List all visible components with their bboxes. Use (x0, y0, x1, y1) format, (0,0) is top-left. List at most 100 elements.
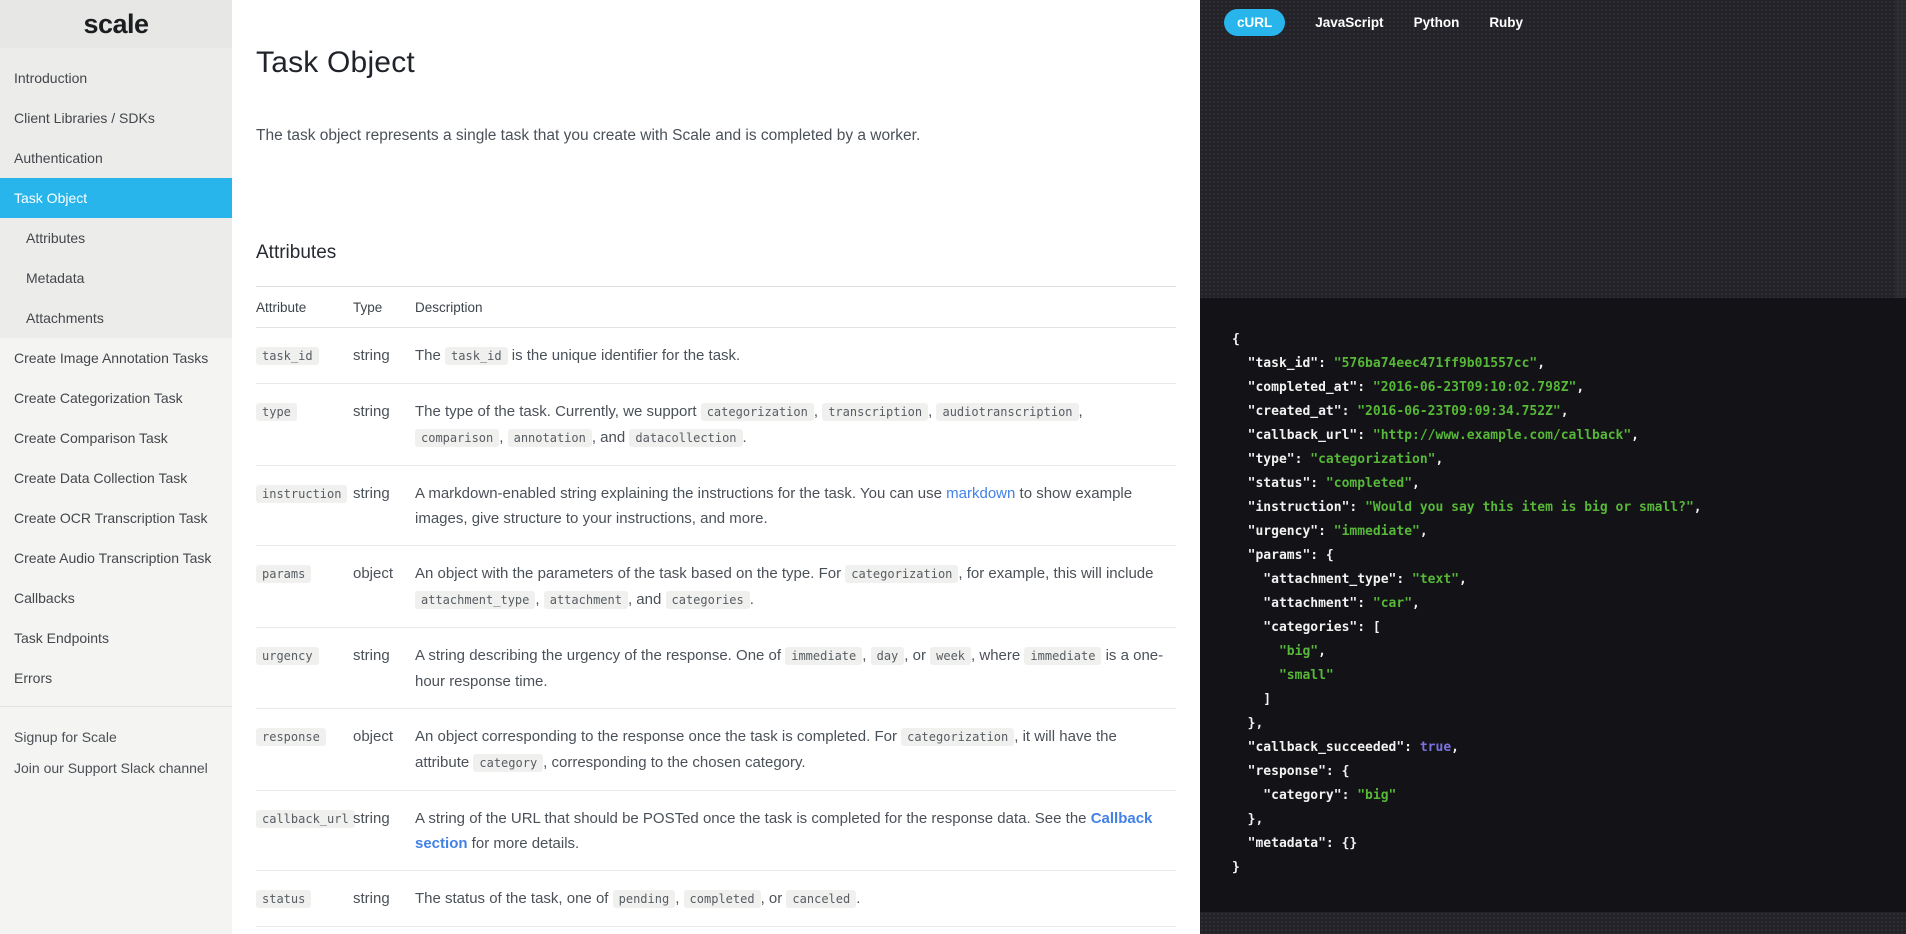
attributes-heading: Attributes (256, 242, 1176, 264)
attribute-cell: instruction (256, 466, 353, 546)
table-row-urgency: urgencystringA string describing the urg… (256, 628, 1176, 709)
table-row-instruction: instructionstringA markdown-enabled stri… (256, 466, 1176, 546)
sidebar-item-create-audio-transcription-task[interactable]: Create Audio Transcription Task (0, 538, 232, 578)
inline-code: task_id (445, 347, 508, 365)
inline-code: attachment (544, 591, 628, 609)
code-line: "metadata": {} (1232, 832, 1906, 856)
code-line: "status": "completed", (1232, 472, 1906, 496)
attribute-cell: response (256, 709, 353, 791)
sidebar-link-join-our-support-slack-channel[interactable]: Join our Support Slack channel (0, 752, 232, 783)
code-area: { "task_id": "576ba74eec471ff9b01557cc",… (1200, 298, 1906, 912)
type-cell: object (353, 709, 415, 791)
sidebar-item-task-endpoints[interactable]: Task Endpoints (0, 618, 232, 658)
sidebar-item-metadata[interactable]: Metadata (0, 258, 232, 298)
description-cell: A string of the URL that should be POSTe… (415, 791, 1176, 871)
code-line: "big", (1232, 640, 1906, 664)
attribute-cell: callback_url (256, 791, 353, 871)
description-cell: The task_id is the unique identifier for… (415, 328, 1176, 384)
code-line: "instruction": "Would you say this item … (1232, 496, 1906, 520)
type-cell: string (353, 328, 415, 384)
sidebar-item-attachments[interactable]: Attachments (0, 298, 232, 338)
attribute-name-pill: task_id (256, 347, 319, 365)
scrollbar-track[interactable] (1895, 0, 1906, 298)
type-cell: string (353, 628, 415, 709)
inline-code: category (473, 754, 543, 772)
inline-code: immediate (785, 647, 862, 665)
attribute-name-pill: status (256, 890, 311, 908)
description-cell: The status of the task, one of pending, … (415, 871, 1176, 927)
attribute-name-pill: callback_url (256, 810, 355, 828)
sidebar-item-create-image-annotation-tasks[interactable]: Create Image Annotation Tasks (0, 338, 232, 378)
attribute-name-pill: urgency (256, 647, 319, 665)
main-content: Task Object The task object represents a… (232, 0, 1200, 934)
code-line: "callback_url": "http://www.example.com/… (1232, 424, 1906, 448)
sidebar-item-client-libraries-sdks[interactable]: Client Libraries / SDKs (0, 98, 232, 138)
tab-javascript[interactable]: JavaScript (1315, 9, 1383, 36)
attribute-cell: status (256, 871, 353, 927)
inline-code: annotation (508, 429, 592, 447)
sidebar-footer: Signup for ScaleJoin our Support Slack c… (0, 707, 232, 783)
table-row-params: paramsobjectAn object with the parameter… (256, 546, 1176, 628)
language-tabs: cURL JavaScript Python Ruby (1200, 0, 1906, 36)
code-line: "categories": [ (1232, 616, 1906, 640)
attribute-name-pill: type (256, 403, 297, 421)
link-markdown[interactable]: markdown (946, 485, 1015, 502)
table-row-response: responseobjectAn object corresponding to… (256, 709, 1176, 791)
code-line: }, (1232, 808, 1906, 832)
description-cell: An object corresponding to the response … (415, 709, 1176, 791)
sidebar-item-task-object[interactable]: Task Object (0, 178, 232, 218)
inline-code: completed (684, 890, 761, 908)
sidebar-nav-primary: IntroductionClient Libraries / SDKsAuthe… (0, 48, 232, 338)
inline-code: day (871, 647, 905, 665)
sidebar-item-create-comparison-task[interactable]: Create Comparison Task (0, 418, 232, 458)
code-line: } (1232, 856, 1906, 880)
tab-ruby[interactable]: Ruby (1489, 9, 1523, 36)
inline-code: canceled (786, 890, 856, 908)
table-row-task-id: task_id stringThe task_id is the unique i… (256, 328, 1176, 384)
code-block: { "task_id": "576ba74eec471ff9b01557cc",… (1232, 328, 1906, 880)
table-row-status: statusstringThe status of the task, one … (256, 871, 1176, 927)
code-line: ] (1232, 688, 1906, 712)
sidebar-link-signup-for-scale[interactable]: Signup for Scale (0, 721, 232, 752)
tab-curl[interactable]: cURL (1224, 9, 1285, 36)
sidebar-item-callbacks[interactable]: Callbacks (0, 578, 232, 618)
inline-code: immediate (1024, 647, 1101, 665)
attribute-cell: type (256, 384, 353, 466)
inline-code: transcription (822, 403, 928, 421)
sidebar: scale IntroductionClient Libraries / SDK… (0, 0, 232, 934)
sidebar-item-create-data-collection-task[interactable]: Create Data Collection Task (0, 458, 232, 498)
code-line: "attachment": "car", (1232, 592, 1906, 616)
table-row-type: type stringThe type of the task. Currentl… (256, 384, 1176, 466)
inline-code: week (930, 647, 971, 665)
sidebar-item-introduction[interactable]: Introduction (0, 58, 232, 98)
sidebar-item-errors[interactable]: Errors (0, 658, 232, 698)
scale-logo: scale (0, 0, 232, 48)
type-cell: object (353, 546, 415, 628)
type-cell: string (353, 466, 415, 546)
code-line: "task_id": "576ba74eec471ff9b01557cc", (1232, 352, 1906, 376)
type-cell: string (353, 791, 415, 871)
code-line: "category": "big" (1232, 784, 1906, 808)
sidebar-item-attributes[interactable]: Attributes (0, 218, 232, 258)
sidebar-item-create-ocr-transcription-task[interactable]: Create OCR Transcription Task (0, 498, 232, 538)
code-line: }, (1232, 712, 1906, 736)
inline-code: audiotranscription (936, 403, 1078, 421)
page-title: Task Object (256, 46, 1176, 80)
column-header-type: Type (353, 287, 415, 328)
attribute-cell: task_id (256, 328, 353, 384)
intro-text: The task object represents a single task… (256, 124, 1176, 148)
inline-code: categorization (845, 565, 958, 583)
inline-code: categories (666, 591, 750, 609)
description-cell: The type of the task. Currently, we supp… (415, 384, 1176, 466)
inline-code: categorization (901, 728, 1014, 746)
attributes-table: AttributeTypeDescription task_idstringTh… (256, 286, 1176, 927)
tab-python[interactable]: Python (1414, 9, 1460, 36)
sidebar-item-create-categorization-task[interactable]: Create Categorization Task (0, 378, 232, 418)
app-root: scale IntroductionClient Libraries / SDK… (0, 0, 1906, 934)
link-callback-section[interactable]: Callback section (415, 810, 1152, 852)
type-cell: string (353, 384, 415, 466)
code-line: "params": { (1232, 544, 1906, 568)
sidebar-item-authentication[interactable]: Authentication (0, 138, 232, 178)
inline-code: datacollection (629, 429, 742, 447)
attribute-cell: urgency (256, 628, 353, 709)
